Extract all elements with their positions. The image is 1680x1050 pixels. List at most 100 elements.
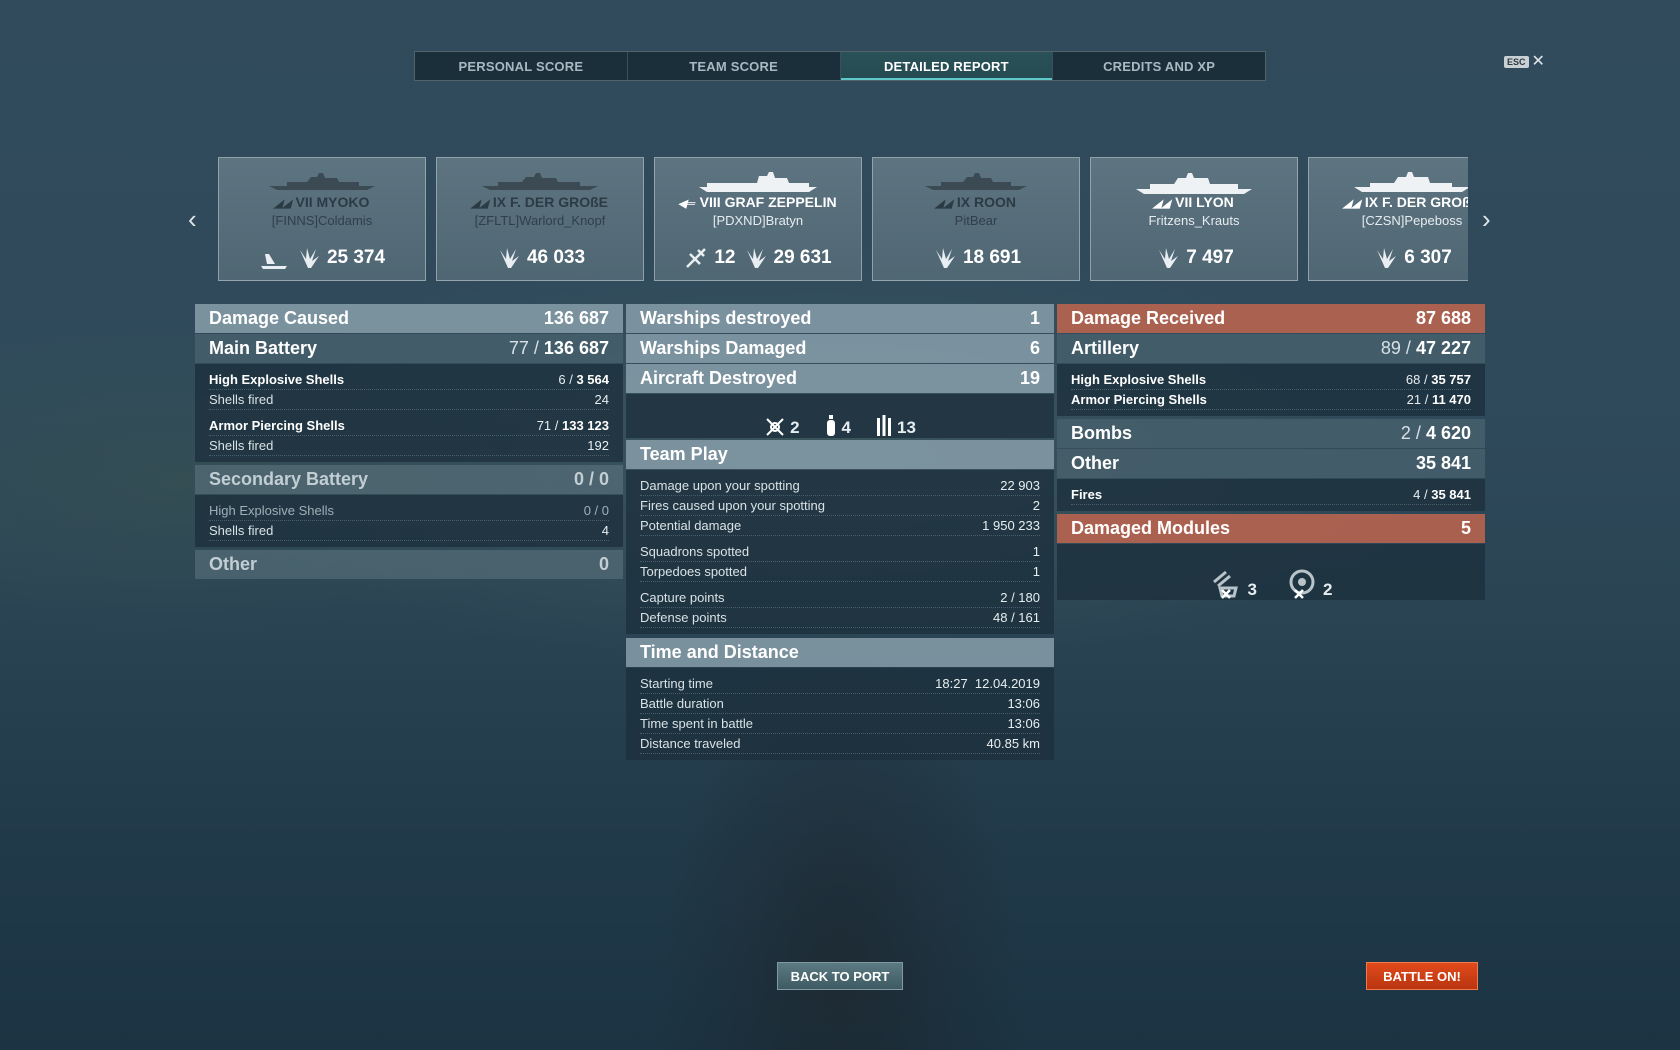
ship-class-icon: ◢◢: [272, 198, 293, 210]
player-name: [FINNS]Coldamis: [271, 213, 373, 228]
main-battery-details: High Explosive Shells 6 / 3 564 Shells f…: [195, 364, 623, 462]
fires-row: Fires 4 / 35 841: [1071, 485, 1471, 505]
ship-stats: 6 307: [1309, 246, 1468, 270]
ship-card[interactable]: ◢◢ VII LYON Fritzens_Krauts 7 497: [1090, 157, 1298, 281]
esc-close-button[interactable]: ESC ✕: [1504, 54, 1545, 70]
time-and-distance-header: Time and Distance: [626, 638, 1054, 667]
damage-value: 6 307: [1404, 247, 1452, 268]
ship-class-icon: ◢◢: [1152, 198, 1173, 210]
main-battery-label: Main Battery: [209, 338, 318, 358]
ship-silhouette-icon: [925, 173, 1027, 190]
ship-card[interactable]: ◢◢ IX F. DER GROßE [ZFLTL]Warlord_Knopf 4…: [436, 157, 644, 281]
player-name: PitBear: [954, 213, 998, 228]
ship-tier-name: VII MYOKO: [295, 194, 370, 210]
damage-value: 29 631: [773, 247, 832, 268]
ship-stats: 18 691: [873, 246, 1079, 270]
warships-destroyed-header: Warships destroyed 1: [626, 304, 1054, 333]
ship-class-icon: ◀═: [677, 198, 698, 210]
he-shells-row: High Explosive Shells 6 / 3 564: [209, 370, 609, 390]
ship-name: ◢◢ IX ROON: [873, 194, 1079, 210]
damage-received-panel: Damage Received 87 688 Artillery 89 / 47 …: [1057, 304, 1485, 600]
steering-gear-disabled-icon: [1289, 569, 1315, 599]
ship-name: ◢◢ VII LYON: [1091, 194, 1297, 210]
secondary-battery-details: High Explosive Shells 0 / 0 Shells fired 4: [195, 495, 623, 547]
damaged-modules-header: Damaged Modules 5: [1057, 514, 1485, 543]
ship-silhouette-icon: [699, 172, 817, 192]
damage-value: 18 691: [962, 247, 1022, 268]
bombs-header: Bombs 2 / 4 620: [1057, 419, 1485, 448]
ship-name: ◢◢ VII MYOKO: [219, 194, 425, 210]
ship-class-icon: ◢◢: [934, 198, 955, 210]
main-battery-value: 77 / 136 687: [508, 338, 609, 358]
ship-card[interactable]: ◢◢IX F. DER GROßE [CZSN]Pepeboss 6 307: [1308, 157, 1468, 281]
damage-icon: [299, 248, 319, 268]
damage-caused-header: Damage Caused 136 687: [195, 304, 623, 333]
ship-card[interactable]: ◀═ VIII GRAF ZEPPELIN [PDXND]Bratyn 12 29…: [654, 157, 862, 281]
other-received-details: Fires 4 / 35 841: [1057, 479, 1485, 511]
aircraft-breakdown: 2 4 13: [626, 394, 1054, 438]
stat-row: Fires caused upon your spotting 2: [640, 496, 1040, 516]
ap-shells-fired-row: Shells fired 192: [209, 436, 609, 456]
secondary-shells-fired-row: Shells fired 4: [209, 521, 609, 541]
stat-row: Torpedoes spotted 1: [640, 562, 1040, 582]
damage-caused-value: 136 687: [543, 308, 609, 328]
team-play-details: Damage upon your spotting 22 903 Fires ca…: [626, 470, 1054, 634]
damage-value: 25 374: [326, 247, 386, 268]
ship-stats: 46 033: [437, 246, 643, 270]
battle-on-button[interactable]: BATTLE ON!: [1366, 962, 1478, 990]
stat-row: Defense points 48 / 161: [640, 608, 1040, 628]
tab-credits-and-xp[interactable]: CREDITS AND XP: [1053, 52, 1265, 80]
ship-silhouette-icon: [269, 173, 375, 190]
ship-name: ◢◢IX F. DER GROßE: [1309, 194, 1468, 210]
ap-shells-row: Armor Piercing Shells 71 / 133 123: [209, 416, 609, 436]
ship-card[interactable]: ◢◢ IX ROON PitBear 18 691: [872, 157, 1080, 281]
damage-caused-panel: Damage Caused 136 687 Main Battery 77 / …: [195, 304, 623, 580]
stat-row: Distance traveled 40.85 km: [640, 734, 1040, 754]
close-icon[interactable]: ✕: [1532, 54, 1545, 70]
stat-row: Time spent in battle 13:06: [640, 714, 1040, 734]
gun-turret-disabled: 3: [1210, 568, 1257, 600]
carousel-prev-arrow-icon[interactable]: ‹: [188, 204, 197, 234]
ship-stats: 12 29 631: [655, 246, 861, 270]
stat-row: Battle duration 13:06: [640, 694, 1040, 714]
tab-team-score[interactable]: TEAM SCORE: [628, 52, 841, 80]
back-to-port-button[interactable]: BACK TO PORT: [777, 962, 903, 990]
damage-icon: [1377, 248, 1397, 268]
ship-card[interactable]: ◢◢ VII MYOKO [FINNS]Coldamis 25 374: [218, 157, 426, 281]
damage-caused-label: Damage Caused: [209, 308, 350, 328]
stat-row: Potential damage 1 950 233: [640, 516, 1040, 536]
ship-name: ◀═ VIII GRAF ZEPPELIN: [655, 194, 861, 210]
ap-received-row: Armor Piercing Shells 21 / 11 470: [1071, 390, 1471, 410]
ship-stats: 25 374: [219, 246, 425, 270]
damaged-modules-breakdown: 3 2: [1057, 544, 1485, 600]
damage-icon: [746, 248, 766, 268]
other-received-header: Other 35 841: [1057, 449, 1485, 478]
steering-gear-disabled: 2: [1285, 568, 1332, 600]
damage-icon: [935, 248, 955, 268]
esc-key-badge: ESC: [1504, 56, 1529, 68]
ship-tier-name: IX F. DER GROßE: [492, 194, 609, 210]
torpedo-hit-icon: [260, 254, 287, 269]
stat-row: Squadrons spotted 1: [640, 542, 1040, 562]
ship-silhouette-icon: [1354, 172, 1468, 192]
he-received-row: High Explosive Shells 68 / 35 757: [1071, 370, 1471, 390]
tab-detailed-report[interactable]: DETAILED REPORT: [840, 52, 1054, 80]
fighter-icon: [766, 418, 784, 436]
secondary-he-row: High Explosive Shells 0 / 0: [209, 501, 609, 521]
damage-value: 7 497: [1186, 247, 1234, 268]
ship-cards-carousel: ◢◢ VII MYOKO [FINNS]Coldamis 25 374 ◢◢ IX …: [218, 157, 1468, 281]
damage-received-header: Damage Received 87 688: [1057, 304, 1485, 333]
gun-turret-disabled-icon: [1212, 570, 1238, 599]
ship-silhouette-icon: [482, 173, 598, 190]
ship-class-icon: ◢◢: [470, 198, 491, 210]
ship-tier-name: VIII GRAF ZEPPELIN: [699, 194, 837, 210]
time-and-distance-details: Starting time 18:27 12.04.2019 Battle dur…: [626, 668, 1054, 760]
player-name: [CZSN]Pepeboss: [1361, 213, 1463, 228]
secondary-battery-header: Secondary Battery 0 / 0: [195, 465, 623, 494]
ship-tier-name: IX ROON: [956, 194, 1017, 210]
carousel-next-arrow-icon[interactable]: ›: [1482, 204, 1491, 234]
tab-personal-score[interactable]: PERSONAL SCORE: [415, 52, 628, 80]
aircraft-destroyed-icon: [686, 248, 707, 268]
team-play-header: Team Play: [626, 440, 1054, 469]
damage-icon: [499, 248, 519, 268]
